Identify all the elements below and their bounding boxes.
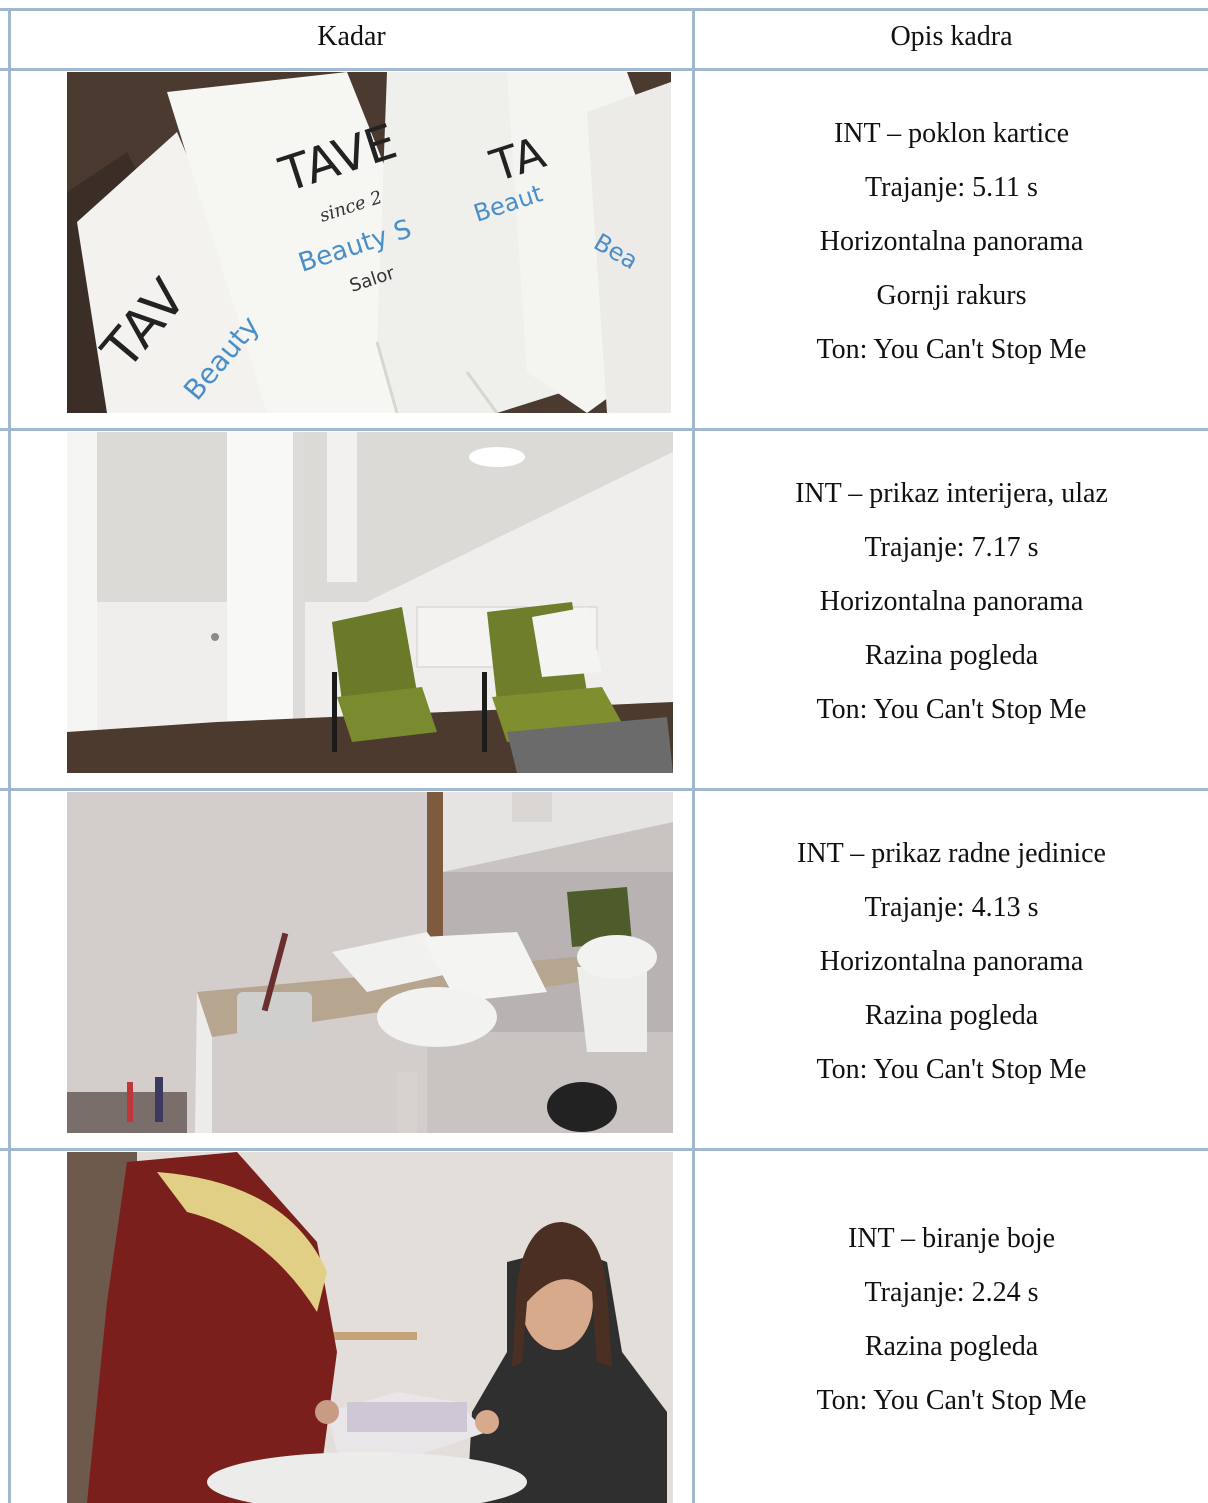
shot-image-choosing-color <box>67 1152 673 1503</box>
description-line: Razina pogleda <box>864 1000 1039 1031</box>
description-line: Trajanje: 2.24 s <box>864 1277 1039 1308</box>
description-line: Ton: You Can't Stop Me <box>816 1385 1087 1416</box>
description-line: Gornji rakurs <box>876 280 1027 311</box>
description-line: Ton: You Can't Stop Me <box>816 334 1087 365</box>
shot-description-2: INT – prikaz interijera, ulaz Trajanje: … <box>695 467 1208 737</box>
header-opis-kadra: Opis kadra <box>890 21 1013 52</box>
gift-cards-photo: TAVE since 2 Beauty S Salor TAV Beauty T… <box>67 72 671 413</box>
header-kadar: Kadar <box>317 21 386 52</box>
description-line: Trajanje: 7.17 s <box>864 532 1039 563</box>
border-left <box>8 8 11 1503</box>
description-line: INT – biranje boje <box>847 1223 1056 1254</box>
description-line: Razina pogleda <box>864 640 1039 671</box>
description-line: INT – prikaz radne jedinice <box>797 838 1106 869</box>
shot-description-1: INT – poklon kartice Trajanje: 5.11 s Ho… <box>695 107 1208 377</box>
description-line: INT – prikaz interijera, ulaz <box>795 478 1108 509</box>
shot-description-3: INT – prikaz radne jedinice Trajanje: 4.… <box>695 827 1208 1097</box>
border-row1-bottom <box>0 428 1208 431</box>
border-top <box>0 8 1208 11</box>
workstation-photo <box>67 792 673 1133</box>
border-row3-bottom <box>0 1148 1208 1151</box>
interior-photo <box>67 432 673 773</box>
shot-description-4: INT – biranje boje Trajanje: 2.24 s Razi… <box>695 1212 1208 1428</box>
description-line: Horizontalna panorama <box>819 946 1084 977</box>
shot-image-work-station <box>67 792 673 1133</box>
description-line: Trajanje: 4.13 s <box>864 892 1039 923</box>
description-line: Ton: You Can't Stop Me <box>816 694 1087 725</box>
choosing-color-photo <box>67 1152 673 1503</box>
description-line: Trajanje: 5.11 s <box>865 172 1038 203</box>
description-line: INT – poklon kartice <box>833 118 1070 149</box>
border-header-bottom <box>0 68 1208 71</box>
description-line: Horizontalna panorama <box>819 586 1084 617</box>
border-row2-bottom <box>0 788 1208 791</box>
description-line: Razina pogleda <box>864 1331 1039 1362</box>
description-line: Horizontalna panorama <box>819 226 1084 257</box>
shot-list-table: Kadar Opis kadra TAVE since 2 Beauty S S… <box>0 0 1208 1503</box>
shot-image-gift-cards: TAVE since 2 Beauty S Salor TAV Beauty T… <box>67 72 671 413</box>
description-line: Ton: You Can't Stop Me <box>816 1054 1087 1085</box>
shot-image-interior-entrance <box>67 432 673 773</box>
